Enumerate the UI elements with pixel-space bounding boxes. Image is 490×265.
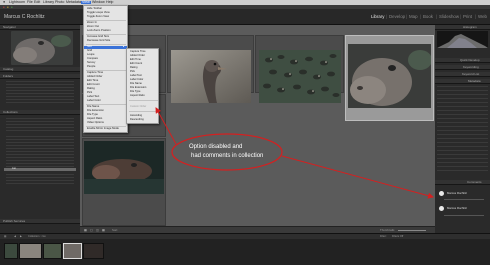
annotation-line-1: Option disabled and xyxy=(189,144,243,150)
annotation-line-2: had comments in collection xyxy=(191,153,264,159)
annotation-callout: Option disabled and had comments in coll… xyxy=(172,133,282,170)
lightroom-window: { "menubar": { "apple": "", "items": ["L… xyxy=(0,0,490,265)
annotation-arrow-to-comments xyxy=(281,155,434,199)
